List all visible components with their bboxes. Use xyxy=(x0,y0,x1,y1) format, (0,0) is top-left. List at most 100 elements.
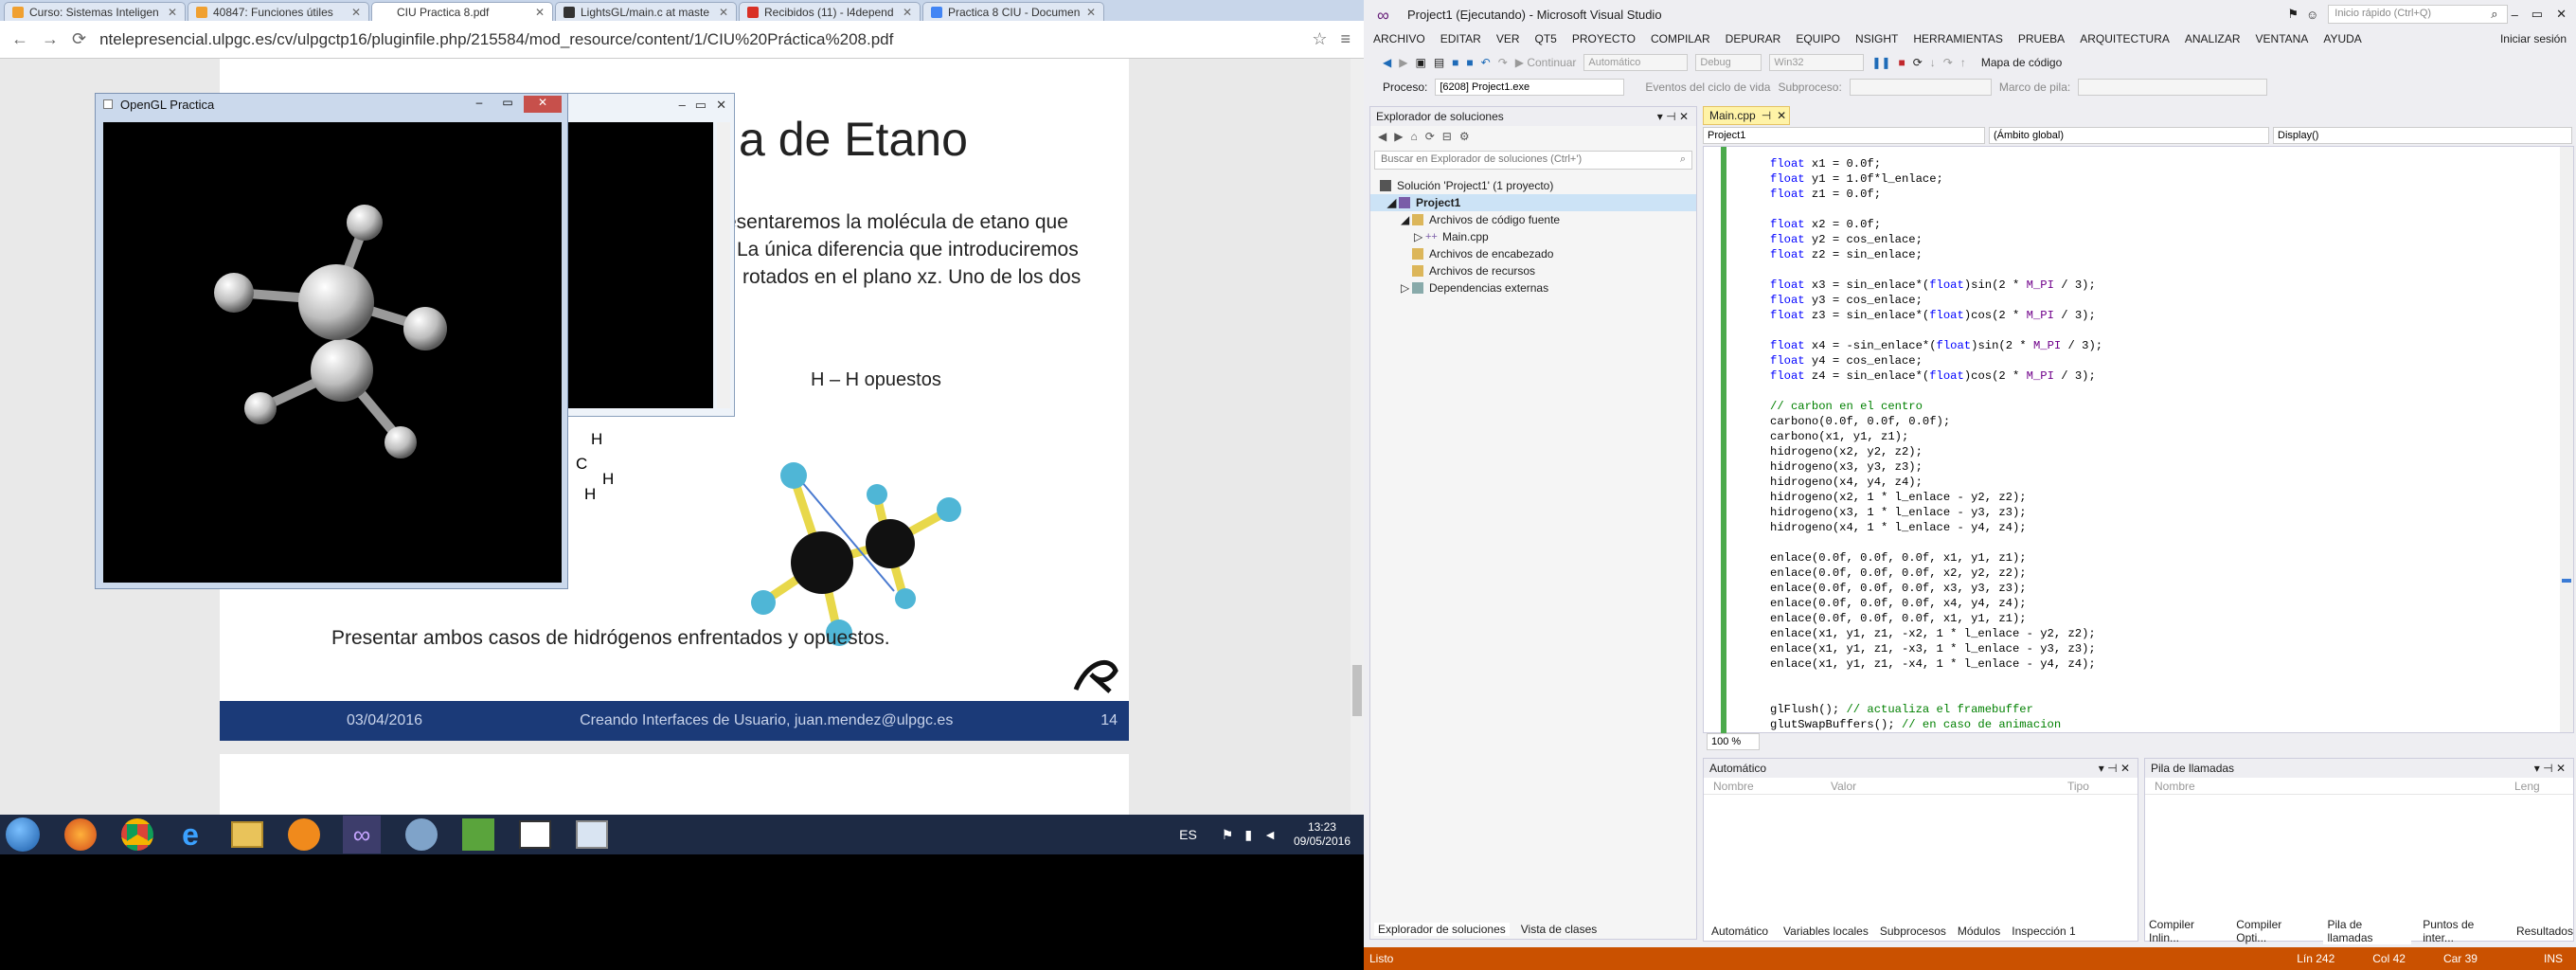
scope-combo[interactable]: (Ámbito global) xyxy=(1989,127,2269,144)
undo-icon[interactable]: ↶ xyxy=(1481,56,1491,69)
se-collapse-icon[interactable]: ⊟ xyxy=(1442,130,1452,143)
visual-studio-icon[interactable]: ∞ xyxy=(343,816,381,853)
quick-launch[interactable]: Inicio rápido (Ctrl+Q) xyxy=(2328,5,2509,24)
network-icon[interactable]: ▮ xyxy=(1244,827,1252,843)
tab-watch1[interactable]: Inspección 1 xyxy=(2012,925,2075,938)
editor-tab-main-cpp[interactable]: Main.cpp ⊣ ✕ xyxy=(1703,106,1790,125)
explorer-icon[interactable] xyxy=(231,821,263,848)
open-icon[interactable]: ▤ xyxy=(1434,56,1444,69)
close-tab-icon[interactable]: ✕ xyxy=(351,6,361,19)
menu-editar[interactable]: EDITAR xyxy=(1440,32,1481,45)
menu-nsight[interactable]: NSIGHT xyxy=(1855,32,1898,45)
pdf-scrollbar[interactable] xyxy=(1351,59,1364,815)
step-over-icon[interactable]: ↷ xyxy=(1943,56,1953,69)
secondary-scrollbar[interactable] xyxy=(717,122,730,408)
media-player-icon[interactable] xyxy=(288,818,320,851)
redo-icon[interactable]: ↷ xyxy=(1498,56,1508,69)
menu-depurar[interactable]: DEPURAR xyxy=(1726,32,1781,45)
menu-analizar[interactable]: ANALIZAR xyxy=(2185,32,2241,45)
browser-tab[interactable]: LightsGL/main.c at maste ✕ xyxy=(555,2,737,21)
code-line[interactable]: float x3 = sin_enlace*(float)sin(2 * M_P… xyxy=(1770,278,2102,293)
pause-icon[interactable]: ❚❚ xyxy=(1871,56,1890,69)
maximize-icon[interactable]: ▭ xyxy=(495,96,520,113)
forward-icon[interactable]: ▶ xyxy=(1399,56,1407,69)
col-language[interactable]: Leng xyxy=(2514,780,2540,793)
close-icon[interactable]: ✕ xyxy=(2556,7,2567,22)
code-line[interactable] xyxy=(1770,384,2102,399)
notification-icon[interactable]: ⚑ xyxy=(2287,7,2299,22)
start-button-icon[interactable] xyxy=(6,817,40,852)
menu-prueba[interactable]: PRUEBA xyxy=(2018,32,2065,45)
pane-controls[interactable]: ▾ ⊣ ✕ xyxy=(2534,762,2566,775)
close-icon[interactable]: ✕ xyxy=(716,98,726,113)
menu-arquitectura[interactable]: ARQUITECTURA xyxy=(2080,32,2170,45)
close-tab-icon[interactable]: ✕ xyxy=(168,6,177,19)
code-line[interactable]: float y2 = cos_enlace; xyxy=(1770,232,2102,247)
console-icon[interactable] xyxy=(519,820,551,849)
code-line[interactable]: float x1 = 0.0f; xyxy=(1770,156,2102,171)
code-map-button[interactable]: Mapa de código xyxy=(1981,56,2062,69)
forward-icon[interactable]: → xyxy=(42,29,59,49)
code-text[interactable]: float x1 = 0.0f; float y1 = 1.0f*l_enlace… xyxy=(1770,156,2102,732)
restart-icon[interactable]: ⟳ xyxy=(1913,56,1923,69)
new-project-icon[interactable]: ▣ xyxy=(1415,56,1425,69)
code-line[interactable]: float z4 = sin_enlace*(float)cos(2 * M_P… xyxy=(1770,368,2102,384)
se-sync-icon[interactable]: ⟳ xyxy=(1425,130,1435,143)
se-back-icon[interactable]: ◀ xyxy=(1378,130,1386,143)
maximize-icon[interactable]: ▭ xyxy=(2531,7,2543,22)
code-line[interactable] xyxy=(1770,687,2102,702)
tab-class-view[interactable]: Vista de clases xyxy=(1521,923,1598,936)
tree-item-resource-files[interactable]: Archivos de recursos xyxy=(1370,262,1696,279)
se-forward-icon[interactable]: ▶ xyxy=(1394,130,1403,143)
menu-compilar[interactable]: COMPILAR xyxy=(1651,32,1710,45)
expand-icon[interactable]: ◢ xyxy=(1387,196,1399,209)
code-line[interactable]: enlace(0.0f, 0.0f, 0.0f, x4, y4, z4); xyxy=(1770,596,2102,611)
tab-locals[interactable]: Variables locales xyxy=(1783,925,1869,938)
close-tab-icon[interactable]: ✕ xyxy=(535,6,545,19)
tab-solution-explorer[interactable]: Explorador de soluciones xyxy=(1374,923,1510,936)
code-line[interactable]: enlace(0.0f, 0.0f, 0.0f, x1, y1, z1); xyxy=(1770,611,2102,626)
minimize-icon[interactable]: – xyxy=(679,98,686,113)
tab-modules[interactable]: Módulos xyxy=(1958,925,2000,938)
code-line[interactable]: hidrogeno(x3, y3, z3); xyxy=(1770,459,2102,475)
save-icon[interactable]: ■ xyxy=(1452,56,1458,69)
code-line[interactable] xyxy=(1770,672,2102,687)
expand-icon[interactable]: ▷ xyxy=(1414,230,1425,243)
menu-archivo[interactable]: ARCHIVO xyxy=(1373,32,1425,45)
firefox-icon[interactable] xyxy=(64,818,97,851)
url-field[interactable]: ntelepresencial.ulpgc.es/cv/ulpgctp16/pl… xyxy=(99,30,1298,49)
close-icon[interactable]: ✕ xyxy=(1777,109,1786,122)
tree-item-header-files[interactable]: Archivos de encabezado xyxy=(1370,245,1696,262)
code-line[interactable]: enlace(0.0f, 0.0f, 0.0f, x3, y3, z3); xyxy=(1770,581,2102,596)
editor-scrollbar[interactable] xyxy=(2560,147,2573,732)
expand-icon[interactable]: ▷ xyxy=(1401,281,1412,295)
chart-app-icon[interactable] xyxy=(462,818,494,851)
bookmark-star-icon[interactable]: ☆ xyxy=(1312,29,1327,49)
feedback-icon[interactable]: ☺ xyxy=(2306,8,2318,22)
step-into-icon[interactable]: ↓ xyxy=(1930,56,1936,69)
browser-tab[interactable]: CIU Practica 8.pdf ✕ xyxy=(371,2,553,21)
code-line[interactable] xyxy=(1770,202,2102,217)
code-line[interactable]: carbono(0.0f, 0.0f, 0.0f); xyxy=(1770,414,2102,429)
se-home-icon[interactable]: ⌂ xyxy=(1410,130,1417,143)
menu-herramientas[interactable]: HERRAMIENTAS xyxy=(1913,32,2002,45)
tab-autos[interactable]: Automático xyxy=(1708,925,1773,938)
tab-threads[interactable]: Subprocesos xyxy=(1880,925,1946,938)
close-icon[interactable]: ✕ xyxy=(524,96,562,113)
tree-item-project[interactable]: ◢ Project1 xyxy=(1370,194,1696,211)
tab-compiler-inline[interactable]: Compiler Inlin... xyxy=(2149,918,2225,944)
back-icon[interactable]: ◀ xyxy=(1383,56,1391,69)
code-line[interactable]: float z3 = sin_enlace*(float)cos(2 * M_P… xyxy=(1770,308,2102,323)
save-all-icon[interactable]: ■ xyxy=(1466,56,1473,69)
opengl-task-icon[interactable] xyxy=(576,820,608,849)
tab-output[interactable]: Resultados xyxy=(2516,925,2573,938)
tools-icon[interactable] xyxy=(405,818,438,851)
expand-icon[interactable]: ◢ xyxy=(1401,213,1412,226)
code-line[interactable] xyxy=(1770,262,2102,278)
tab-compiler-opt[interactable]: Compiler Opti... xyxy=(2236,918,2312,944)
ie-icon[interactable]: e xyxy=(174,817,206,853)
code-line[interactable]: float z1 = 0.0f; xyxy=(1770,187,2102,202)
process-combo[interactable]: [6208] Project1.exe xyxy=(1435,79,1625,96)
code-line[interactable]: hidrogeno(x2, 1 * l_enlace - y2, z2); xyxy=(1770,490,2102,505)
chrome-icon[interactable] xyxy=(121,818,153,851)
